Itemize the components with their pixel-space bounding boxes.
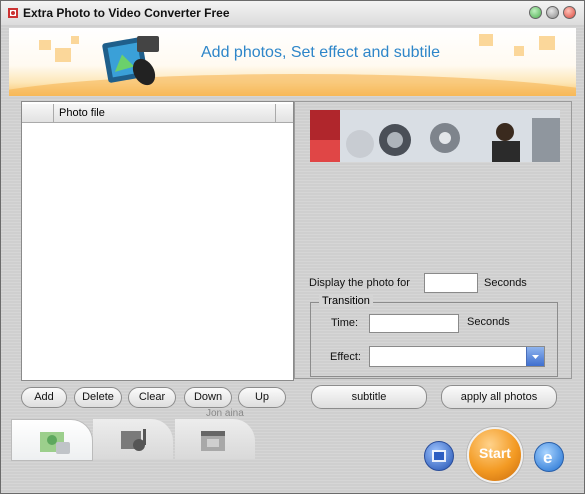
title-bar: Extra Photo to Video Converter Free — [1, 1, 584, 25]
tab-music[interactable] — [93, 419, 173, 459]
display-duration-label: Display the photo for — [309, 277, 410, 289]
tab-photos[interactable] — [11, 419, 93, 461]
delete-button[interactable]: Delete — [74, 387, 122, 408]
clear-button[interactable]: Clear — [128, 387, 176, 408]
chevron-down-icon — [532, 355, 539, 359]
preview-image — [310, 110, 560, 162]
effect-dropdown-button[interactable] — [526, 347, 544, 366]
start-button-label: Start — [479, 445, 511, 461]
tab-output[interactable] — [175, 419, 255, 459]
display-duration-input[interactable] — [424, 273, 478, 293]
close-button[interactable] — [563, 6, 576, 19]
window-title: Extra Photo to Video Converter Free — [23, 6, 230, 20]
banner-text: Add photos, Set effect and subtile — [201, 44, 440, 61]
partial-label: Jon aina — [206, 408, 244, 419]
transition-group-title: Transition — [319, 295, 373, 307]
apply-all-photos-button[interactable]: apply all photos — [441, 385, 557, 409]
transition-time-unit: Seconds — [467, 316, 510, 328]
transition-effect-select[interactable] — [369, 346, 545, 367]
film-reel-icon — [432, 450, 446, 462]
minimize-button[interactable] — [529, 6, 542, 19]
web-link-button[interactable]: e — [534, 442, 564, 472]
column-header-select[interactable] — [22, 104, 54, 122]
down-button[interactable]: Down — [184, 387, 232, 408]
video-settings-button[interactable] — [424, 441, 454, 471]
photo-file-list[interactable]: Photo file — [21, 101, 294, 381]
film-icon — [201, 431, 225, 451]
transition-time-input[interactable] — [369, 314, 459, 333]
svg-text:e: e — [543, 448, 552, 467]
photo-logo-icon — [102, 36, 159, 86]
transition-group: Transition Time: Seconds Effect: — [310, 295, 558, 377]
photo-icon — [40, 432, 70, 454]
up-button[interactable]: Up — [238, 387, 286, 408]
start-button[interactable]: Start — [467, 427, 523, 483]
maximize-button[interactable] — [546, 6, 559, 19]
settings-panel: Display the photo for Seconds Transition… — [294, 101, 572, 379]
column-header-photo-file[interactable]: Photo file — [54, 104, 276, 122]
list-header: Photo file — [22, 104, 293, 123]
main-window: Extra Photo to Video Converter Free Add … — [0, 0, 585, 494]
music-icon — [121, 429, 146, 451]
transition-effect-label: Effect: — [330, 351, 361, 363]
add-button[interactable]: Add — [21, 387, 67, 408]
header-banner: Add photos, Set effect and subtile — [9, 28, 576, 96]
transition-time-label: Time: — [331, 317, 359, 329]
display-duration-unit: Seconds — [484, 277, 527, 289]
column-header-extra[interactable] — [276, 104, 293, 122]
internet-e-icon: e — [543, 448, 552, 467]
subtitle-button[interactable]: subtitle — [311, 385, 427, 409]
app-icon — [8, 8, 18, 18]
